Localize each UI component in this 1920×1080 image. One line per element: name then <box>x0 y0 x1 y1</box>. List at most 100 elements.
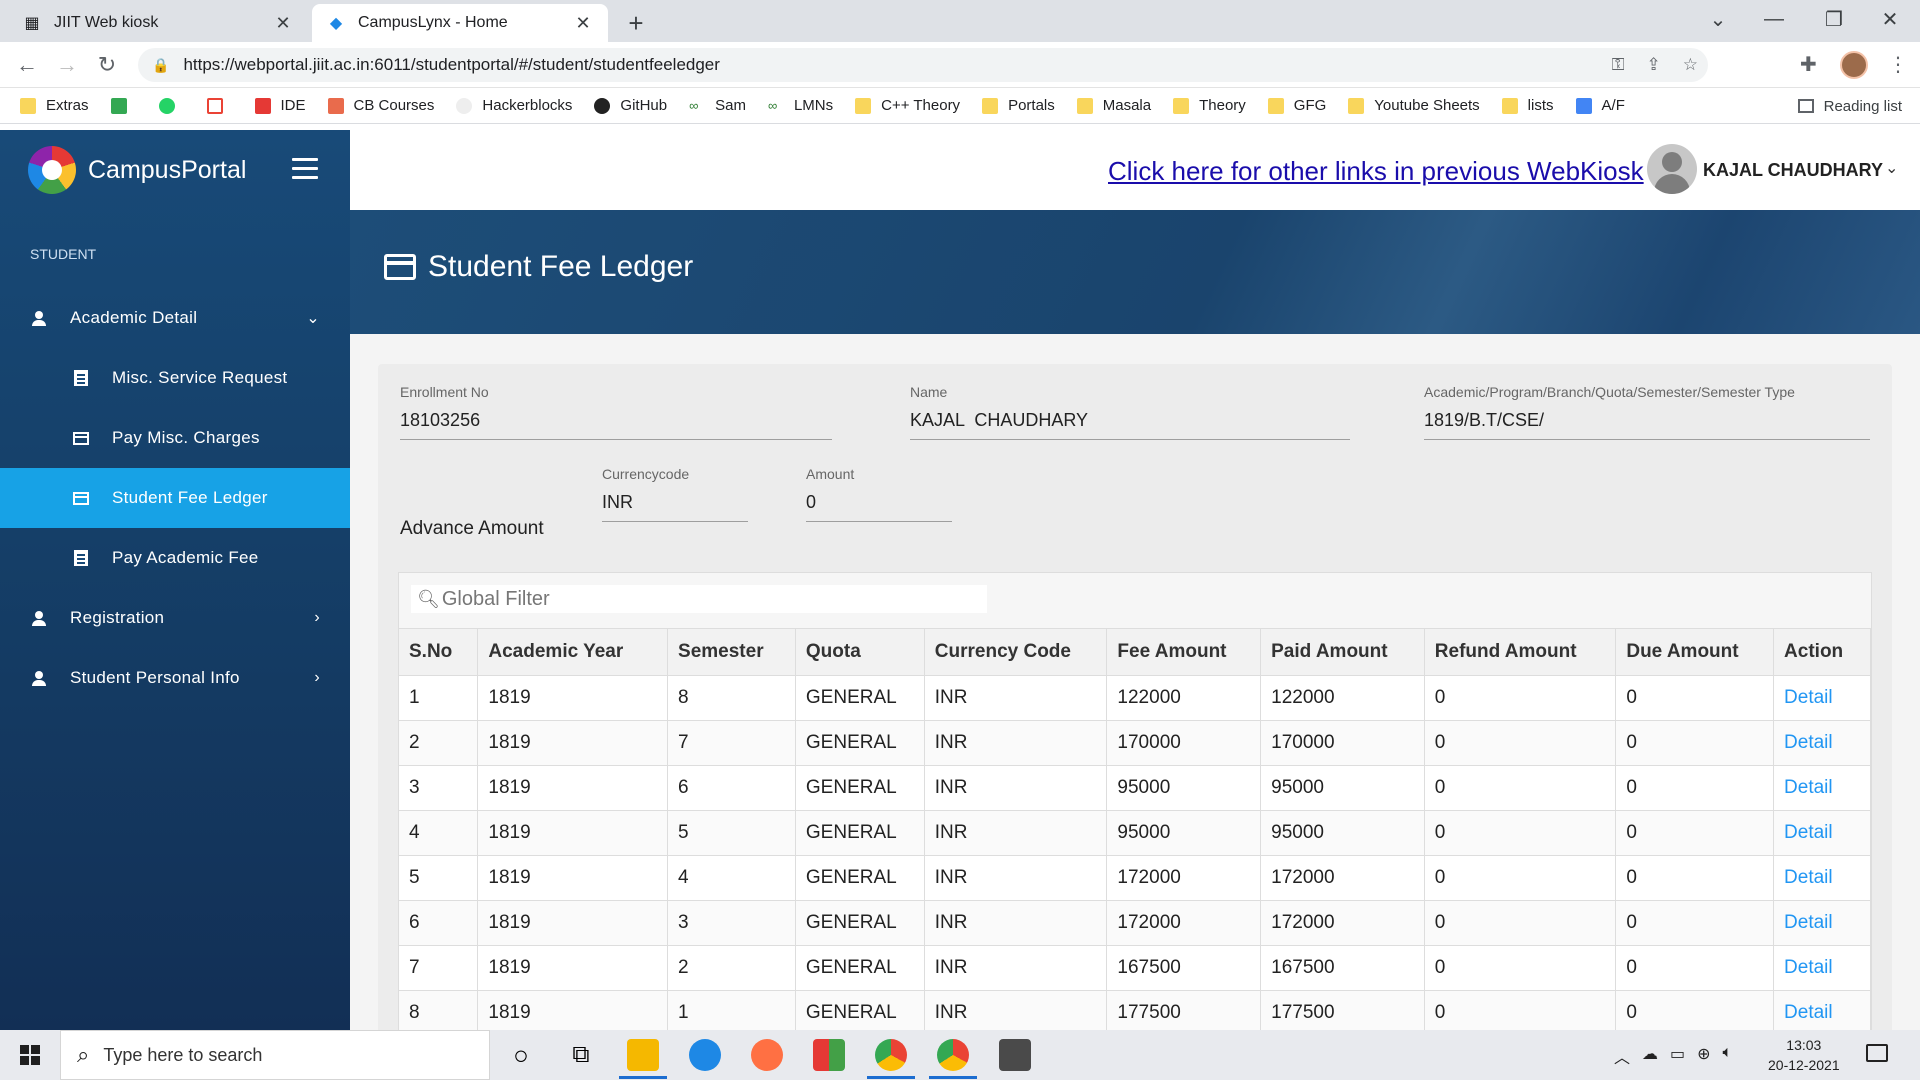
forward-button[interactable]: → <box>52 50 82 80</box>
column-header[interactable]: S.No <box>399 629 479 676</box>
bookmark-theory[interactable]: Theory <box>1173 97 1246 114</box>
detail-link[interactable]: Detail <box>1784 867 1833 888</box>
reload-button[interactable]: ↻ <box>92 50 122 80</box>
sidebar-item-academic-detail[interactable]: Academic Detail ⌄ <box>0 288 350 348</box>
bookmark-gfg[interactable]: GFG <box>1267 97 1326 114</box>
column-header[interactable]: Quota <box>795 629 925 676</box>
global-filter[interactable]: 🔍︎ <box>411 585 987 613</box>
browser-tab-jiit[interactable]: ▦ JIIT Web kiosk ✕ <box>8 4 308 42</box>
detail-link[interactable]: Detail <box>1784 1002 1833 1023</box>
browser-tab-campuslynx[interactable]: ◆ CampusLynx - Home ✕ <box>312 4 608 42</box>
table-cell: 177500 <box>1106 990 1262 1036</box>
hamburger-menu-icon[interactable] <box>292 158 318 185</box>
column-header[interactable]: Fee Amount <box>1106 629 1262 676</box>
taskbar-clock[interactable]: 13:03 20-12-2021 <box>1768 1035 1840 1075</box>
sidebar-item-student-fee-ledger[interactable]: Student Fee Ledger <box>0 468 350 528</box>
extensions-puzzle-icon[interactable]: ✚ <box>1800 52 1817 77</box>
bookmark-gmail[interactable] <box>206 97 233 114</box>
notification-center-icon[interactable] <box>1866 1044 1888 1062</box>
firefox-icon[interactable] <box>751 1039 783 1071</box>
key-icon[interactable]: ⚿ <box>1612 55 1625 75</box>
bookmark-sam[interactable]: ∞ Sam <box>689 97 746 114</box>
close-window-button[interactable]: ✕ <box>1862 0 1918 38</box>
taskbar-search[interactable]: ⌕ Type here to search <box>60 1030 490 1080</box>
bookmark-lmns[interactable]: ∞ LMNs <box>768 97 833 114</box>
previous-webkiosk-link[interactable]: Click here for other links in previous W… <box>1108 156 1644 187</box>
bookmark-github[interactable]: GitHub <box>594 97 667 114</box>
table-cell: 122000 <box>1260 675 1425 721</box>
bookmark-hackerblocks[interactable]: Hackerblocks <box>456 97 572 114</box>
global-filter-input[interactable] <box>441 587 982 611</box>
edge-icon[interactable] <box>689 1039 721 1071</box>
column-header[interactable]: Academic Year <box>477 629 669 676</box>
column-header[interactable]: Action <box>1773 629 1871 676</box>
bookmark-extras[interactable]: Extras <box>20 97 89 114</box>
windows-start-icon[interactable] <box>20 1045 40 1065</box>
app-icon[interactable] <box>813 1039 845 1071</box>
chevron-up-icon[interactable]: ︿ <box>1614 1044 1630 1068</box>
cortana-icon[interactable]: ○ <box>505 1039 537 1071</box>
reading-list-button[interactable]: Reading list <box>1797 88 1902 124</box>
profile-avatar[interactable] <box>1840 51 1868 79</box>
column-header[interactable]: Paid Amount <box>1260 629 1425 676</box>
chevron-down-icon[interactable]: ⌄ <box>1885 158 1898 178</box>
detail-link[interactable]: Detail <box>1784 957 1833 978</box>
tab-search-icon[interactable]: ⌄ <box>1690 0 1746 38</box>
action-cell: Detail <box>1773 990 1871 1036</box>
bookmark-cpp-theory[interactable]: C++ Theory <box>855 97 960 114</box>
star-icon[interactable]: ☆ <box>1683 55 1698 75</box>
user-avatar[interactable] <box>1647 144 1697 194</box>
file-explorer-icon[interactable] <box>627 1039 659 1071</box>
menu-kebab-icon[interactable]: ⋮ <box>1888 52 1908 77</box>
sidebar-item-pay-academic-fee[interactable]: Pay Academic Fee <box>0 528 350 588</box>
table-cell: 95000 <box>1260 810 1425 856</box>
table-cell: 6 <box>399 900 479 946</box>
close-tab-icon[interactable]: ✕ <box>272 13 294 34</box>
bookmark-af[interactable]: A/F <box>1575 97 1625 114</box>
action-cell: Detail <box>1773 720 1871 766</box>
share-icon[interactable]: ⇪ <box>1647 55 1661 75</box>
detail-link[interactable]: Detail <box>1784 732 1833 753</box>
lock-icon[interactable]: 🔒 <box>152 57 169 74</box>
minimize-button[interactable]: — <box>1746 0 1802 38</box>
back-button[interactable]: ← <box>12 50 42 80</box>
bookmark-ide[interactable]: IDE <box>254 97 306 114</box>
detail-link[interactable]: Detail <box>1784 912 1833 933</box>
task-view-icon[interactable]: ⧉ <box>565 1039 597 1071</box>
sidebar-item-pay-misc-charges[interactable]: Pay Misc. Charges <box>0 408 350 468</box>
battery-icon[interactable]: ▭ <box>1670 1044 1685 1068</box>
column-header[interactable]: Due Amount <box>1615 629 1775 676</box>
bookmark-whatsapp[interactable] <box>158 97 185 114</box>
bookmark-portals[interactable]: Portals <box>982 97 1055 114</box>
column-header[interactable]: Refund Amount <box>1424 629 1617 676</box>
chevron-right-icon: › <box>314 669 320 686</box>
table-cell: 7 <box>667 720 796 766</box>
close-tab-icon[interactable]: ✕ <box>572 13 594 34</box>
chrome-profile-icon[interactable] <box>937 1039 969 1071</box>
bookmark-masala[interactable]: Masala <box>1076 97 1151 114</box>
bookmark-lists[interactable]: lists <box>1501 97 1554 114</box>
reading-list-icon <box>1797 99 1814 113</box>
table-cell: 0 <box>1615 765 1775 811</box>
sidebar-item-registration[interactable]: Registration › <box>0 588 350 648</box>
network-globe-icon[interactable]: ⊕ <box>1697 1044 1710 1068</box>
sidebar-item-misc-service-request[interactable]: Misc. Service Request <box>0 348 350 408</box>
detail-link[interactable]: Detail <box>1784 822 1833 843</box>
new-tab-button[interactable]: + <box>620 8 652 40</box>
user-name[interactable]: KAJAL CHAUDHARY <box>1703 160 1883 181</box>
bookmark-youtube-sheets[interactable]: Youtube Sheets <box>1348 97 1480 114</box>
address-bar[interactable]: 🔒 https://webportal.jiit.ac.in:6011/stud… <box>138 48 1708 82</box>
column-header[interactable]: Currency Code <box>924 629 1108 676</box>
sublime-text-icon[interactable] <box>999 1039 1031 1071</box>
detail-link[interactable]: Detail <box>1784 777 1833 798</box>
detail-link[interactable]: Detail <box>1784 687 1833 708</box>
chrome-icon[interactable] <box>875 1039 907 1071</box>
restore-button[interactable]: ❐ <box>1806 0 1862 38</box>
bookmark-meet[interactable] <box>110 97 137 114</box>
bookmark-cb-courses[interactable]: CB Courses <box>327 97 434 114</box>
sidebar-item-student-personal-info[interactable]: Student Personal Info › <box>0 648 350 708</box>
column-header[interactable]: Semester <box>667 629 796 676</box>
cloud-icon[interactable]: ☁ <box>1642 1044 1658 1068</box>
speaker-icon[interactable]: 🔈︎ <box>1723 1044 1733 1068</box>
table-cell: 8 <box>399 990 479 1036</box>
